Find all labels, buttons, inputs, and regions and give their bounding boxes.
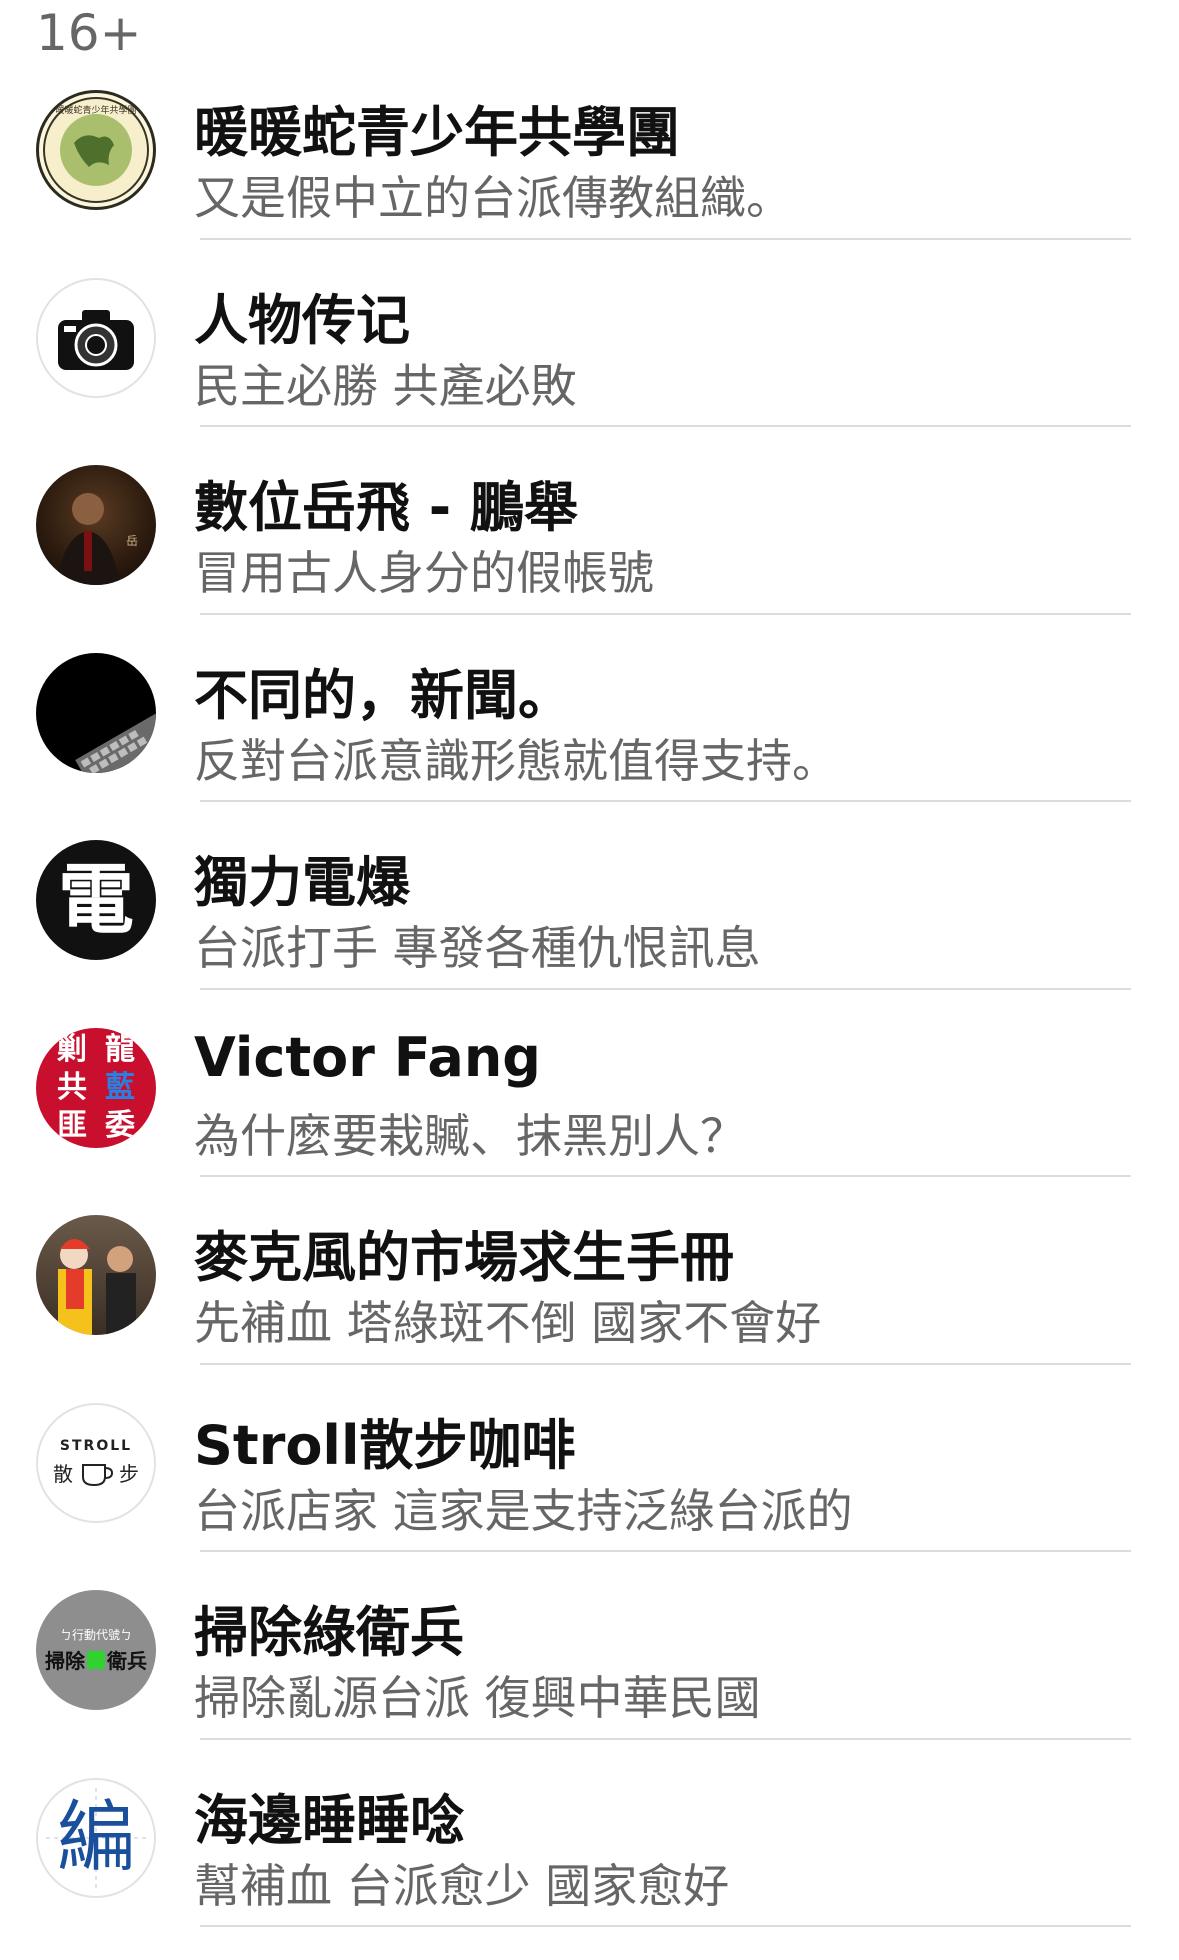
list-item[interactable]: STROLL 散 步 Stroll散步咖啡 台派店家 這家是支持泛綠台派的 <box>0 1395 1179 1583</box>
page-name[interactable]: Stroll散步咖啡 <box>194 1401 575 1480</box>
divider <box>200 987 1131 990</box>
camera-icon <box>36 277 156 398</box>
results-count: 16+ <box>36 4 142 62</box>
map-logo-icon: 暖暖蛇青少年共學團 <box>36 90 156 210</box>
divider <box>200 612 1131 615</box>
avatar-character: 共 <box>57 1069 87 1105</box>
divider <box>200 1362 1131 1365</box>
red-character-grid: 剿 龍 共 藍 匪 委 <box>36 1027 156 1148</box>
divider <box>200 425 1131 427</box>
divider <box>200 1550 1131 1552</box>
avatar-character: 藍 <box>105 1069 135 1105</box>
page-description: 幫補血 台派愈少 國家愈好 <box>194 1858 730 1913</box>
avatar-character: 匪 <box>57 1107 87 1143</box>
portrait-photo: 岳 <box>36 465 156 585</box>
list-item[interactable]: 剿 龍 共 藍 匪 委 Victor Fang 為什麼要栽贓、抹黑別人？ <box>0 1020 1179 1208</box>
page-name[interactable]: 海邊睡睡唸 <box>194 1776 464 1855</box>
page-list: 暖暖蛇青少年共學團 暖暖蛇青少年共學團 又是假中立的台派傳教組織。 人物传记 民… <box>0 82 1179 1957</box>
gray-text-logo: ㄅ行動代號ㄅ 掃除 衛兵 <box>36 1590 156 1710</box>
avatar-caption: ㄅ行動代號ㄅ <box>59 1628 132 1642</box>
list-item[interactable]: ㄅ行動代號ㄅ 掃除 衛兵 掃除綠衛兵 掃除亂源台派 復興中華民國 <box>0 1582 1179 1770</box>
list-item[interactable]: 編 海邊睡睡唸 幫補血 台派愈少 國家愈好 <box>0 1770 1179 1958</box>
avatar-brand-text: STROLL <box>59 1438 133 1454</box>
list-item[interactable]: 岳 數位岳飛 - 鵬舉 冒用古人身分的假帳號 <box>0 457 1179 645</box>
lightning-character-logo: 電 <box>36 840 156 960</box>
page-description: 又是假中立的台派傳教組織。 <box>194 171 792 225</box>
page-description: 反對台派意識形態就值得支持。 <box>194 733 838 788</box>
avatar-character: 龍 <box>105 1031 135 1067</box>
page-description: 台派打手 專發各種仇恨訊息 <box>194 921 761 975</box>
page-name[interactable]: 不同的，新聞。 <box>194 651 572 730</box>
coffee-cup-icon <box>82 1463 113 1486</box>
page-name[interactable]: 數位岳飛 - 鵬舉 <box>194 463 578 542</box>
page-description: 冒用古人身分的假帳號 <box>194 546 654 600</box>
avatar-text: 掃除 <box>45 1649 85 1673</box>
divider <box>200 1175 1131 1177</box>
page-name[interactable]: 麥克風的市場求生手冊 <box>194 1213 734 1292</box>
page-name[interactable]: 暖暖蛇青少年共學團 <box>194 88 680 167</box>
page-name[interactable]: 掃除綠衛兵 <box>194 1588 464 1667</box>
avatar-character: 編 <box>56 1792 135 1883</box>
list-item[interactable]: 暖暖蛇青少年共學團 暖暖蛇青少年共學團 又是假中立的台派傳教組織。 <box>0 82 1179 270</box>
keyboard-photo <box>36 652 156 773</box>
list-item[interactable]: 不同的，新聞。 反對台派意識形態就值得支持。 <box>0 645 1179 833</box>
page-name[interactable]: Victor Fang <box>194 1026 541 1089</box>
svg-text:暖暖蛇青少年共學團: 暖暖蛇青少年共學團 <box>55 104 136 116</box>
list-item[interactable]: 麥克風的市場求生手冊 先補血 塔綠斑不倒 國家不會好 <box>0 1207 1179 1395</box>
coffee-cup-logo: STROLL 散 步 <box>36 1402 156 1523</box>
page-description: 台派店家 這家是支持泛綠台派的 <box>194 1483 853 1538</box>
page-description: 為什麼要栽贓、抹黑別人？ <box>194 1108 746 1163</box>
svg-text:岳: 岳 <box>126 534 138 548</box>
avatar-character: 電 <box>58 855 134 944</box>
page-name[interactable]: 獨力電爆 <box>194 838 410 917</box>
divider <box>200 237 1131 240</box>
avatar-character: 步 <box>119 1462 139 1486</box>
divider <box>200 1925 1131 1927</box>
avatar-text: 衛兵 <box>107 1649 147 1673</box>
page-description: 掃除亂源台派 復興中華民國 <box>194 1671 761 1725</box>
clown-photo <box>36 1215 156 1335</box>
avatar-character: 散 <box>53 1462 73 1486</box>
divider <box>200 800 1131 802</box>
page-description: 民主必勝 共產必敗 <box>194 358 577 413</box>
green-mark-icon <box>87 1650 105 1669</box>
page-description: 先補血 塔綠斑不倒 國家不會好 <box>194 1296 822 1350</box>
avatar-character: 剿 <box>57 1031 87 1067</box>
divider <box>200 1737 1131 1740</box>
blue-character-logo: 編 <box>36 1777 156 1898</box>
avatar-character: 委 <box>105 1107 135 1143</box>
list-item[interactable]: 人物传记 民主必勝 共產必敗 <box>0 270 1179 458</box>
list-item[interactable]: 電 獨力電爆 台派打手 專發各種仇恨訊息 <box>0 832 1179 1020</box>
page-name[interactable]: 人物传记 <box>194 276 410 355</box>
